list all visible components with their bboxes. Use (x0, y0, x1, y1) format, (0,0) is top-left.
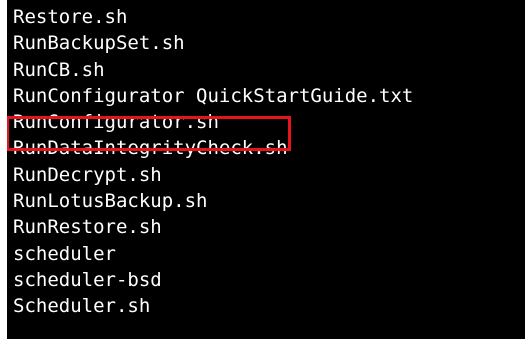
file-entry-runconfigurator: RunConfigurator.sh (13, 111, 219, 134)
file-entry-scheduler-sh: Scheduler.sh (13, 295, 151, 318)
file-entry-runlotusbackup: RunLotusBackup.sh (13, 190, 208, 213)
file-entry-restore: Restore.sh (13, 6, 128, 28)
file-entry-scheduler: scheduler (13, 242, 116, 265)
file-entry-rundecrypt: RunDecrypt.sh (13, 163, 162, 186)
terminal-window: Restore.sh RunBackupSet.sh RunCB.sh RunC… (7, 0, 525, 339)
file-entry-rundataintegritycheck: RunDataIntegrityCheck.sh (13, 137, 288, 160)
file-entry-runbackupset: RunBackupSet.sh (13, 32, 185, 55)
file-entry-runrestore: RunRestore.sh (13, 216, 162, 239)
file-entry-scheduler-bsd: scheduler-bsd (13, 268, 162, 291)
file-listing: Restore.sh RunBackupSet.sh RunCB.sh RunC… (13, 4, 413, 320)
file-entry-runcb: RunCB.sh (13, 58, 105, 81)
file-entry-runconfigurator-quickstartguide: RunConfigurator QuickStartGuide.txt (13, 84, 414, 107)
